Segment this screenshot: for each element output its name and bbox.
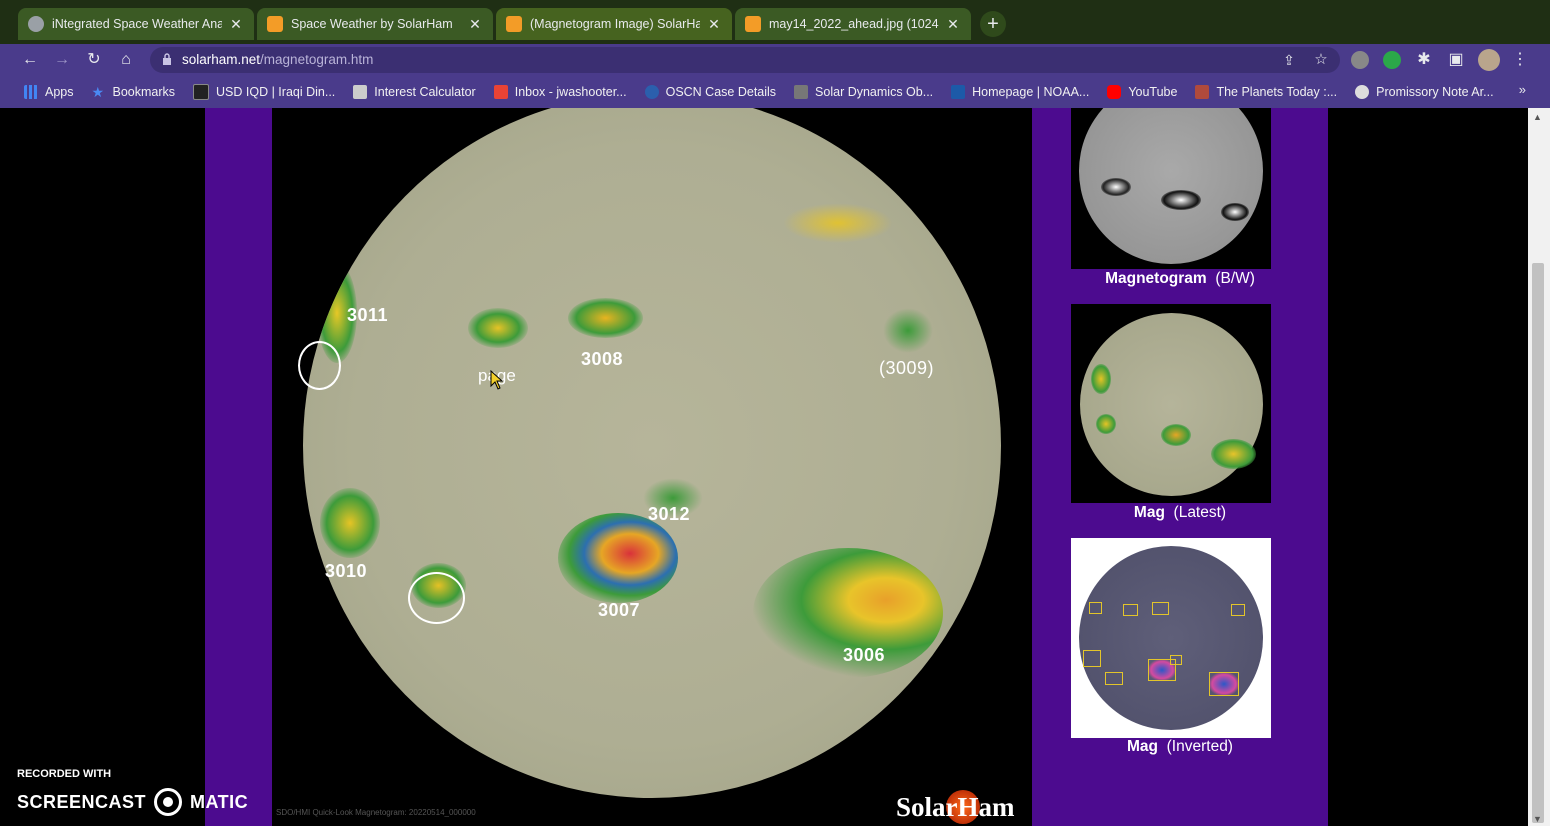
screencast-logo-icon [154, 788, 183, 816]
close-tab-icon[interactable]: ✕ [945, 16, 961, 33]
region-spot [468, 308, 528, 348]
sdo-icon [794, 85, 809, 99]
close-tab-icon[interactable]: ✕ [228, 16, 244, 33]
share-icon[interactable]: ⇪ [1278, 49, 1300, 71]
region-label-3006: 3006 [843, 645, 886, 665]
gmail-icon [493, 85, 508, 99]
vertical-scrollbar[interactable]: ▲ ▼ [1528, 108, 1550, 826]
page-content: 3011 3008 (3009) 3012 3010 3007 3006 pag… [0, 108, 1550, 826]
apps-grid-icon [24, 85, 38, 99]
bookmark-gmail-inbox[interactable]: Inbox - jwashooter... [493, 85, 627, 99]
bookmark-planets-today[interactable]: The Planets Today :... [1195, 85, 1337, 99]
new-tab-button[interactable]: + [980, 11, 1006, 37]
tab-magnetogram-image[interactable]: (Magnetogram Image) SolarHam ✕ [496, 8, 732, 40]
solarham-favicon-icon [267, 16, 283, 32]
solarham-logo[interactable]: SolarHam [896, 792, 1015, 823]
thumbnail-mag-latest[interactable] [1071, 304, 1271, 503]
close-tab-icon[interactable]: ✕ [467, 16, 483, 33]
forward-arrow-icon[interactable]: → [51, 49, 73, 71]
region-spot [320, 488, 380, 558]
bookmark-bookmarks[interactable]: ★ Bookmarks [92, 85, 176, 99]
bookmark-promissory-note[interactable]: Promissory Note Ar... [1355, 85, 1494, 99]
scroll-up-arrow-icon[interactable]: ▲ [1533, 112, 1542, 122]
scrollbar-thumb[interactable] [1532, 263, 1544, 823]
tab-space-weather-analysis[interactable]: iNtegrated Space Weather Analy ✕ [18, 8, 254, 40]
back-arrow-icon[interactable]: ← [19, 49, 41, 71]
region-label-3007: 3007 [598, 600, 641, 620]
bookmark-youtube[interactable]: YouTube [1107, 85, 1177, 99]
left-purple-border [205, 108, 272, 826]
globe-favicon-icon [28, 16, 44, 32]
region-label-3011: 3011 [347, 305, 389, 325]
bookmark-star-icon[interactable]: ☆ [1310, 49, 1332, 71]
tab-may14-image[interactable]: may14_2022_ahead.jpg (1024×1( ✕ [735, 8, 971, 40]
solar-magnetogram-disk[interactable] [303, 108, 1001, 798]
region-label-3010: 3010 [325, 561, 368, 581]
solarham-favicon-icon [506, 16, 522, 32]
region-label-3012: 3012 [648, 504, 691, 524]
screencast-watermark: RECORDED WITH SCREENCAST MATIC [17, 768, 248, 816]
bookmark-usd-iqd[interactable]: USD IQD | Iraqi Din... [193, 84, 335, 100]
region-label-3008: 3008 [581, 349, 624, 369]
thumbnail-magnetogram-bw[interactable] [1071, 108, 1271, 269]
browser-menu-icon[interactable]: ⋮ [1509, 49, 1531, 71]
planets-icon [1195, 85, 1210, 99]
browser-toolbar: ← → ↻ ⌂ solarham.net/magnetogram.htm ⇪ ☆… [0, 44, 1550, 76]
highlight-circle [408, 572, 465, 624]
address-bar[interactable]: solarham.net/magnetogram.htm ⇪ ☆ [150, 47, 1340, 73]
calculator-icon [353, 85, 368, 99]
region-spot [783, 203, 893, 243]
oscn-icon [644, 85, 659, 99]
region-spot [883, 308, 933, 353]
bookmarks-bar: Apps ★ Bookmarks USD IQD | Iraqi Din... I… [0, 76, 1550, 108]
thumbnail-mag-inverted[interactable] [1071, 538, 1271, 738]
side-panel-icon[interactable]: ▣ [1445, 49, 1467, 71]
investing-icon [193, 84, 210, 100]
star-icon: ★ [91, 84, 105, 100]
image-credit: SDO/HMI Quick-Look Magnetogram: 20220514… [276, 808, 476, 817]
tab-strip: iNtegrated Space Weather Analy ✕ Space W… [0, 0, 1550, 46]
home-icon[interactable]: ⌂ [115, 49, 137, 71]
region-spot [558, 513, 678, 603]
thumbnail-caption-inverted[interactable]: Mag (Inverted) [1032, 738, 1328, 756]
extension-w-icon[interactable] [1351, 51, 1369, 69]
bookmark-solar-dynamics[interactable]: Solar Dynamics Ob... [794, 85, 933, 99]
extension-check-icon[interactable] [1383, 51, 1401, 69]
document-icon [1355, 85, 1370, 99]
solarham-favicon-icon [745, 16, 761, 32]
thumbnail-caption-bw[interactable]: Magnetogram (B/W) [1032, 270, 1328, 288]
lock-icon [163, 53, 171, 65]
url-text: solarham.net/magnetogram.htm [182, 52, 374, 67]
youtube-icon [1107, 85, 1122, 99]
bookmark-apps[interactable]: Apps [24, 85, 74, 99]
mouse-cursor-icon [490, 370, 504, 390]
bookmark-interest-calculator[interactable]: Interest Calculator [353, 85, 476, 99]
reload-icon[interactable]: ↻ [83, 49, 105, 71]
bookmark-oscn[interactable]: OSCN Case Details [644, 85, 776, 99]
region-spot [568, 298, 643, 338]
profile-avatar[interactable] [1478, 49, 1500, 71]
tab-space-weather-solarham[interactable]: Space Weather by SolarHam ✕ [257, 8, 493, 40]
more-bookmarks-chevron-icon[interactable]: » [1519, 82, 1526, 97]
extensions-puzzle-icon[interactable]: ✱ [1413, 49, 1435, 71]
noaa-icon [951, 85, 966, 99]
close-tab-icon[interactable]: ✕ [706, 16, 722, 33]
bookmark-noaa[interactable]: Homepage | NOAA... [951, 85, 1089, 99]
region-label-3009: (3009) [879, 358, 935, 378]
thumbnail-caption-latest[interactable]: Mag (Latest) [1032, 504, 1328, 522]
scroll-down-arrow-icon[interactable]: ▼ [1533, 814, 1542, 824]
highlight-circle [298, 341, 341, 390]
